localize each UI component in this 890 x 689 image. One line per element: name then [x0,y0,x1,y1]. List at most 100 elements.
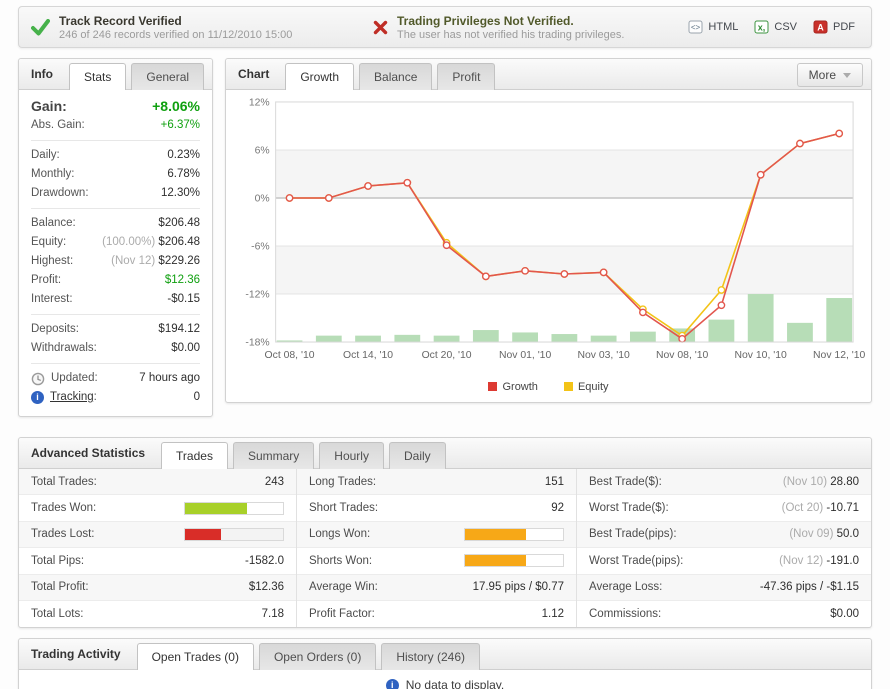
tab-hourly[interactable]: Hourly [319,442,384,469]
withdrawals-row: Withdrawals: $0.00 [31,339,200,358]
volume-bar [316,336,342,342]
volume-bar [826,298,852,342]
x-axis-label: Oct 20, '10 [422,350,472,361]
withdrawals-value: $0.00 [171,341,200,356]
stat-progress-fill [185,529,221,540]
data-point-growth [286,195,292,201]
export-csv-label: CSV [774,21,797,33]
info-icon: i [386,679,399,689]
trading-activity-title: Trading Activity [31,647,121,661]
stat-label: Worst Trade($): [589,502,669,514]
stat-value: $0.00 [830,608,859,620]
monthly-label: Monthly: [31,167,74,182]
divider [31,208,200,209]
tab-stats[interactable]: Stats [69,63,126,90]
stat-progress-bar [184,528,284,541]
green-check-icon [31,19,50,36]
y-axis-label: -12% [245,289,269,300]
stat-label: Average Loss: [589,581,662,593]
tab-summary[interactable]: Summary [233,442,314,469]
gain-value: +8.06% [152,99,200,114]
volume-bar [394,335,420,342]
y-axis-label: -6% [251,241,270,252]
trading-activity-panel: Trading Activity Open Trades (0) Open Or… [18,638,872,689]
statistics-table: Total Trades:243Trades Won:Trades Lost:T… [19,469,871,627]
growth-chart-svg: 12%6%0%-6%-12%-18%Oct 08, '10Oct 14, '10… [230,94,865,374]
chart-panel-header: Chart Growth Balance Profit More [226,59,871,90]
stat-value: (Nov 10) 28.80 [783,476,859,488]
stat-value: 7.18 [262,608,284,620]
chart-legend: Growth Equity [226,377,871,402]
tab-open-orders[interactable]: Open Orders (0) [259,643,376,670]
stat-label: Average Win: [309,581,378,593]
stat-value: 1.12 [542,608,564,620]
statistics-column-2: Long Trades:151Short Trades:92Longs Won:… [296,469,576,627]
divider [31,314,200,315]
stat-label: Worst Trade(pips): [589,555,683,567]
updated-row: Updated: 7 hours ago [31,369,200,388]
volume-bar [748,294,774,342]
privileges-not-verified: Trading Privileges Not Verified. The use… [373,14,688,41]
volume-bar [434,336,460,342]
drawdown-row: Drawdown: 12.30% [31,184,200,203]
profit-row: Profit: $12.36 [31,271,200,290]
abs-gain-value: +6.37% [161,118,200,133]
tab-open-trades[interactable]: Open Trades (0) [137,643,254,670]
svg-text:x,: x, [758,23,766,33]
data-point-growth [758,172,764,178]
tracking-link[interactable]: Tracking [50,391,94,403]
stat-row: Worst Trade($):(Oct 20) -10.71 [577,495,871,521]
volume-bar [551,334,577,342]
verification-bar: Track Record Verified 246 of 246 records… [18,6,872,48]
tab-balance[interactable]: Balance [359,63,432,90]
stat-label: Commissions: [589,608,661,620]
export-html-label: HTML [708,21,738,33]
advanced-statistics-panel: Advanced Statistics Trades Summary Hourl… [18,437,872,628]
plot-band [276,102,853,150]
plot-band [276,198,853,246]
export-buttons: <> HTML x, CSV A PDF [688,20,859,34]
stat-row: Average Loss:-47.36 pips / -$1.15 [577,575,871,601]
balance-value: $206.48 [158,216,200,231]
export-html-button[interactable]: <> HTML [688,20,738,34]
stat-row: Best Trade(pips):(Nov 09) 50.0 [577,522,871,548]
tab-trades[interactable]: Trades [161,442,228,469]
legend-item-equity: Equity [564,381,609,393]
clock-icon [31,372,45,386]
red-x-icon [373,20,388,35]
tab-history[interactable]: History (246) [381,643,480,670]
data-point-growth [443,242,449,248]
no-data-message: No data to display. [406,678,505,689]
stat-row: Total Pips:-1582.0 [19,548,296,574]
equity-row: Equity: (100.00%) $206.48 [31,233,200,252]
x-axis-label: Nov 01, '10 [499,350,552,361]
interest-label: Interest: [31,292,73,307]
html-icon: <> [688,20,703,34]
tab-general[interactable]: General [131,63,204,90]
legend-label: Growth [502,381,537,393]
tracking-value: 0 [194,390,200,405]
stat-progress-fill [185,503,247,514]
tab-growth[interactable]: Growth [285,63,354,90]
divider [31,140,200,141]
monthly-row: Monthly: 6.78% [31,165,200,184]
stat-label: Profit Factor: [309,608,375,620]
updated-label: Updated: [51,371,98,386]
stat-value: 17.95 pips / $0.77 [473,581,564,593]
data-point-growth [600,269,606,275]
data-point-equity [718,287,724,293]
chart-panel: Chart Growth Balance Profit More 12%6%0%… [225,58,872,403]
statistics-column-1: Total Trades:243Trades Won:Trades Lost:T… [19,469,296,627]
legend-swatch [488,382,497,391]
tab-profit[interactable]: Profit [437,63,495,90]
stat-progress-fill [465,529,526,540]
tab-daily[interactable]: Daily [389,442,446,469]
more-button[interactable]: More [797,63,863,87]
deposits-label: Deposits: [31,322,79,337]
interest-row: Interest: -$0.15 [31,290,200,309]
stat-progress-fill [465,555,526,566]
stat-value: 92 [551,502,564,514]
export-pdf-button[interactable]: A PDF [813,20,855,34]
stat-row: Worst Trade(pips):(Nov 12) -191.0 [577,548,871,574]
export-csv-button[interactable]: x, CSV [754,20,797,34]
